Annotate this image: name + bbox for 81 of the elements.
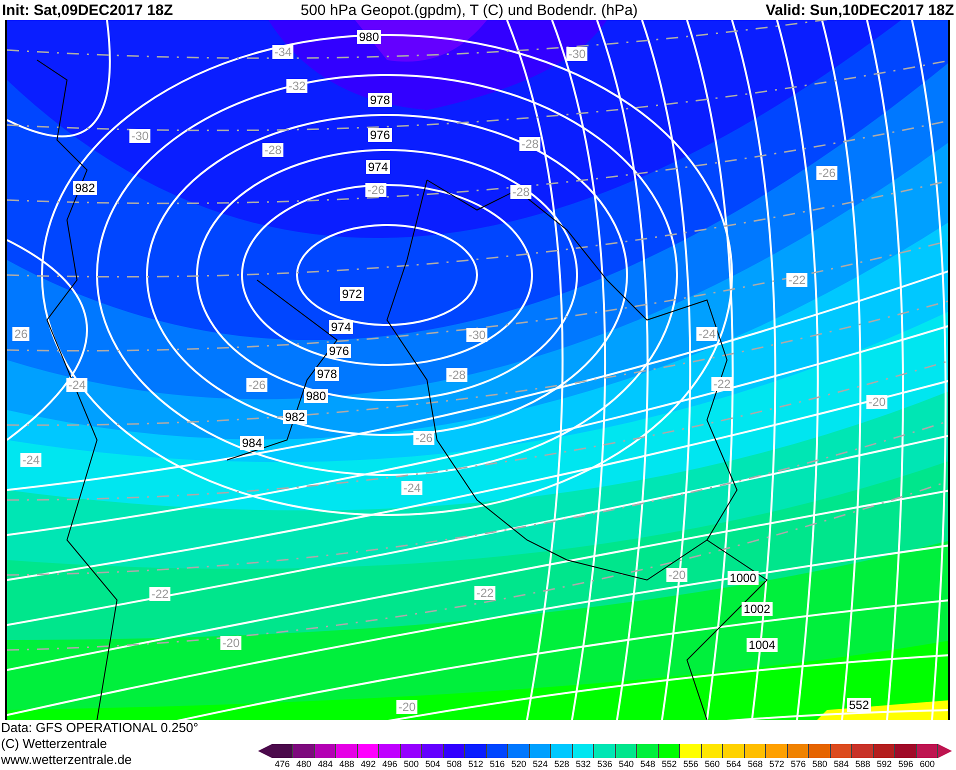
legend-label: 556	[682, 758, 700, 770]
isotherm-label: -34	[272, 45, 294, 59]
legend-left-arrow-icon	[258, 744, 272, 758]
isotherm-label: -28	[262, 143, 284, 157]
isobar-label: 972	[340, 287, 364, 301]
legend-label: 480	[295, 758, 312, 770]
isotherm-label: -30	[566, 47, 588, 61]
isotherm-label: -24	[401, 481, 423, 495]
isotherm-label: -20	[396, 700, 418, 714]
isobar-label: 974	[366, 160, 390, 174]
legend-label: 584	[832, 758, 850, 770]
isobar-label: 976	[368, 128, 392, 142]
legend-label: 564	[725, 758, 742, 770]
isotherm-label: -26	[816, 166, 838, 180]
isotherm-label: -22	[149, 587, 171, 601]
isobar-label: 552	[846, 698, 872, 712]
legend-label: 524	[532, 758, 549, 770]
legend-label: 484	[316, 758, 334, 770]
legend-label: 516	[488, 758, 506, 770]
isotherm-label: -20	[866, 395, 888, 409]
legend-label: 532	[574, 758, 592, 770]
legend-label: 512	[467, 758, 484, 770]
isobar-label: 978	[368, 93, 392, 107]
isotherm-label: -22	[474, 586, 496, 600]
footer-text: www.wetterzentrale.de	[1, 752, 133, 768]
isotherm-label: -20	[220, 636, 242, 650]
isobar-label: 1002	[742, 602, 772, 616]
isotherm-label: -28	[519, 137, 541, 151]
isobar-label: 982	[282, 410, 308, 424]
legend-label: 560	[704, 758, 721, 770]
legend-label: 600	[918, 758, 936, 770]
legend-right-arrow-icon	[938, 744, 952, 758]
legend-label: 504	[424, 758, 442, 770]
isotherm-label: -24	[696, 327, 718, 341]
isobar-label: 978	[314, 367, 340, 381]
legend-label: 580	[811, 758, 828, 770]
legend-label: 520	[510, 758, 528, 770]
isobar-label: 974	[328, 320, 354, 334]
legend-label: 568	[746, 758, 764, 770]
legend-label: 548	[639, 758, 656, 770]
legend-label: 476	[274, 758, 291, 770]
isobar-label: 982	[72, 181, 98, 195]
isotherm-label: -22	[711, 377, 733, 391]
legend-label: 540	[618, 758, 635, 770]
legend-label: 576	[790, 758, 807, 770]
isobar-label: 976	[326, 344, 352, 358]
isotherm-label: -30	[129, 129, 151, 143]
isotherm-label: -28	[510, 185, 532, 199]
isobar-label: 1004	[746, 638, 778, 652]
isotherm-label: -28	[446, 368, 468, 382]
legend-label: 500	[402, 758, 420, 770]
legend-label: 572	[768, 758, 786, 770]
isotherm-label: -26	[413, 431, 435, 445]
isotherm-label: -24	[20, 453, 42, 467]
isotherm-label: -30	[466, 328, 488, 342]
init-time: Init: Sat,09DEC2017 18Z	[2, 2, 173, 18]
isotherm-label: -26	[246, 378, 268, 392]
chart-title: 500 hPa Geopot.(gpdm), T (C) und Bodendr. (hPa)	[300, 2, 638, 18]
isotherm-label: -26	[365, 183, 387, 197]
isobar-label: 980	[304, 389, 328, 403]
legend-label: 592	[876, 758, 893, 770]
legend-label: 596	[897, 758, 914, 770]
footer-text: Data: GFS OPERATIONAL 0.250°	[1, 720, 198, 736]
isotherm-label: -24	[66, 378, 88, 392]
legend-label: 496	[381, 758, 398, 770]
isobar-label: 984	[240, 436, 264, 450]
isobar-label: 980	[356, 30, 382, 44]
legend-label: 492	[360, 758, 377, 770]
valid-time: Valid: Sun,10DEC2017 18Z	[766, 2, 954, 18]
legend-label: 588	[854, 758, 872, 770]
footer-text: (C) Wetterzentrale	[1, 736, 108, 752]
legend-label: 528	[553, 758, 570, 770]
isotherm-label: -32	[286, 79, 308, 93]
isotherm-label: -22	[786, 273, 808, 287]
legend-label: 552	[660, 758, 678, 770]
isobar-label: 1000	[728, 571, 758, 585]
legend-label: 536	[596, 758, 614, 770]
isotherm-label: 26	[12, 327, 30, 341]
legend-label: 508	[446, 758, 463, 770]
legend-label: 488	[338, 758, 356, 770]
isotherm-label: -20	[666, 568, 688, 582]
